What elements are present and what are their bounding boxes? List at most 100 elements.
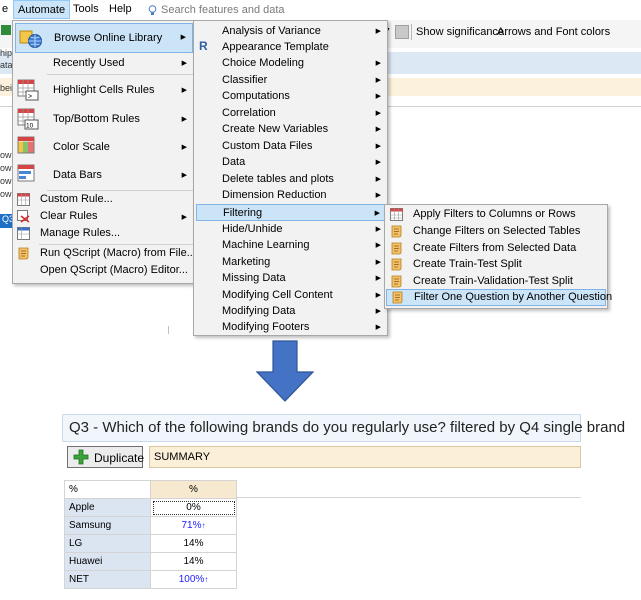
summary-field[interactable]: SUMMARY bbox=[149, 446, 581, 468]
menu-item-label: Delete tables and plots bbox=[222, 173, 334, 185]
menu-item-browse-online-library[interactable]: Browse Online Library ▶ bbox=[15, 23, 193, 53]
menu-item-modifying-footers[interactable]: Modifying Footers ▶ bbox=[194, 319, 387, 335]
menu-item-delete-tables-and-plots[interactable]: Delete tables and plots ▶ bbox=[194, 171, 387, 187]
significance-label: Show significance: bbox=[416, 26, 508, 38]
toolbar-grid-icon[interactable] bbox=[395, 25, 409, 39]
menu-item-clear-rules[interactable]: Clear Rules ▶ bbox=[13, 208, 195, 225]
menu-item-modifying-data[interactable]: Modifying Data ▶ bbox=[194, 303, 387, 319]
menu-item-create-filters[interactable]: Create Filters from Selected Data bbox=[385, 240, 607, 257]
menu-item-run-qscript[interactable]: Run QScript (Macro) from File... bbox=[13, 245, 196, 262]
toolbar-separator bbox=[411, 24, 412, 40]
menu-item-analysis-of-variance[interactable]: Analysis of Variance ▶ bbox=[194, 23, 387, 39]
menu-automate[interactable]: Automate bbox=[13, 0, 71, 19]
table-row: NET 100%↑ bbox=[64, 570, 237, 589]
scroll-icon bbox=[391, 225, 402, 238]
cell-value: 0% bbox=[186, 502, 201, 513]
menu-item-marketing[interactable]: Marketing ▶ bbox=[194, 254, 387, 270]
cell-value: 14% bbox=[183, 556, 204, 567]
menu-item-label: Run QScript (Macro) from File... bbox=[40, 247, 196, 259]
menu-item-apply-filters[interactable]: Apply Filters to Columns or Rows bbox=[385, 206, 607, 223]
menu-item-label: Change Filters on Selected Tables bbox=[413, 225, 581, 237]
menu-item-filter-one-question[interactable]: Filter One Question by Another Question bbox=[386, 289, 612, 306]
table-cell[interactable]: 0% bbox=[150, 498, 237, 517]
submenu-arrow-icon: ▶ bbox=[375, 143, 381, 150]
scroll-icon bbox=[392, 291, 403, 304]
menu-item-correlation[interactable]: Correlation ▶ bbox=[194, 105, 387, 121]
menu-file-fragment[interactable]: e bbox=[2, 3, 8, 15]
table-filter-icon bbox=[390, 208, 403, 221]
menu-item-label: Hide/Unhide bbox=[222, 223, 283, 235]
submenu-arrow-icon: ▶ bbox=[375, 159, 381, 166]
data-bars-icon bbox=[17, 164, 35, 182]
results-table: % % Apple 0% Samsung 71%↑ LG 14% Huawei … bbox=[64, 480, 237, 589]
table-row: Samsung 71%↑ bbox=[64, 516, 237, 535]
duplicate-label: Duplicate bbox=[94, 451, 145, 465]
menu-item-open-qscript-editor[interactable]: Open QScript (Macro) Editor... bbox=[13, 262, 195, 279]
menu-item-label: Data bbox=[222, 156, 246, 168]
menu-item-machine-learning[interactable]: Machine Learning ▶ bbox=[194, 237, 387, 253]
table-cell[interactable]: 14% bbox=[150, 534, 237, 553]
submenu-arrow-icon: ▶ bbox=[374, 210, 380, 217]
menu-item-highlight-cells-rules[interactable]: > Highlight Cells Rules ▶ bbox=[13, 76, 195, 104]
menu-item-modifying-cell-content[interactable]: Modifying Cell Content ▶ bbox=[194, 287, 387, 303]
menu-item-color-scale[interactable]: Color Scale ▶ bbox=[13, 133, 195, 161]
significance-arrow: ↑ bbox=[201, 521, 206, 530]
menu-item-dimension-reduction[interactable]: Dimension Reduction ▶ bbox=[194, 187, 387, 203]
menu-item-classifier[interactable]: Classifier ▶ bbox=[194, 72, 387, 88]
significance-select[interactable]: Arrows and Font colors bbox=[497, 26, 610, 38]
menu-item-top-bottom-rules[interactable]: 10 Top/Bottom Rules ▶ bbox=[13, 105, 195, 133]
menu-item-label: Recently Used bbox=[53, 57, 125, 69]
menu-item-data-bars[interactable]: Data Bars ▶ bbox=[13, 161, 195, 189]
submenu-arrow-icon: ▶ bbox=[181, 87, 187, 94]
menu-item-train-test-split[interactable]: Create Train-Test Split bbox=[385, 256, 607, 273]
menu-item-train-validation-test-split[interactable]: Create Train-Validation-Test Split bbox=[385, 273, 607, 290]
submenu-arrow-icon: ▶ bbox=[180, 34, 186, 41]
table-cell[interactable]: 100%↑ bbox=[150, 570, 237, 589]
menu-item-choice-modeling[interactable]: Choice Modeling ▶ bbox=[194, 55, 387, 71]
menu-item-change-filters[interactable]: Change Filters on Selected Tables bbox=[385, 223, 607, 240]
menu-item-missing-data[interactable]: Missing Data ▶ bbox=[194, 270, 387, 286]
plus-icon bbox=[73, 449, 89, 465]
menu-item-label: Top/Bottom Rules bbox=[53, 113, 140, 125]
table-row: Apple 0% bbox=[64, 498, 237, 517]
menu-item-computations[interactable]: Computations ▶ bbox=[194, 88, 387, 104]
menu-item-custom-data-files[interactable]: Custom Data Files ▶ bbox=[194, 138, 387, 154]
menu-item-manage-rules[interactable]: Manage Rules... bbox=[13, 225, 195, 242]
menu-item-label: Create Train-Test Split bbox=[413, 258, 522, 270]
menu-item-label: Machine Learning bbox=[222, 239, 310, 251]
search-placeholder: Search features and data bbox=[161, 4, 285, 16]
duplicate-button[interactable]: Duplicate bbox=[67, 446, 145, 468]
library-menu: Analysis of Variance ▶ R Appearance Templ… bbox=[193, 20, 388, 336]
row-label: NET bbox=[64, 570, 151, 589]
menu-item-custom-rule[interactable]: Custom Rule... bbox=[13, 191, 195, 208]
menu-item-data[interactable]: Data ▶ bbox=[194, 154, 387, 170]
menu-tools[interactable]: Tools bbox=[73, 3, 99, 15]
cell-value: 71% bbox=[181, 520, 202, 531]
menu-item-filtering[interactable]: Filtering ▶ bbox=[196, 204, 385, 221]
menu-separator bbox=[47, 74, 193, 75]
menu-bar: e Automate Tools Help Search features an… bbox=[0, 0, 641, 21]
lightbulb-icon bbox=[148, 5, 157, 15]
svg-text:10: 10 bbox=[26, 123, 34, 130]
row-label: LG bbox=[64, 534, 151, 553]
submenu-arrow-icon: ▶ bbox=[375, 292, 381, 299]
menu-item-label: Browse Online Library bbox=[54, 32, 163, 44]
svg-text:>: > bbox=[28, 94, 32, 101]
submenu-arrow-icon: ▶ bbox=[375, 176, 381, 183]
menu-help[interactable]: Help bbox=[109, 3, 132, 15]
table-cell[interactable]: 71%↑ bbox=[150, 516, 237, 535]
menu-item-label: Filter One Question by Another Question bbox=[414, 291, 613, 303]
submenu-arrow-icon: ▶ bbox=[375, 93, 381, 100]
menu-item-label: Color Scale bbox=[53, 141, 110, 153]
row-label: Samsung bbox=[64, 516, 151, 535]
menu-item-label: Analysis of Variance bbox=[222, 25, 321, 37]
menu-item-appearance-template[interactable]: R Appearance Template bbox=[194, 39, 387, 55]
menu-item-create-new-variables[interactable]: Create New Variables ▶ bbox=[194, 121, 387, 137]
menu-item-hide-unhide[interactable]: Hide/Unhide ▶ bbox=[194, 221, 387, 237]
result-title-bar: Q3 - Which of the following brands do yo… bbox=[62, 414, 625, 442]
submenu-arrow-icon: ▶ bbox=[375, 275, 381, 282]
summary-label: SUMMARY bbox=[154, 451, 211, 463]
menu-item-recently-used[interactable]: Recently Used ▶ bbox=[13, 53, 195, 73]
table-cell[interactable]: 14% bbox=[150, 552, 237, 571]
column-header: % bbox=[150, 480, 237, 499]
